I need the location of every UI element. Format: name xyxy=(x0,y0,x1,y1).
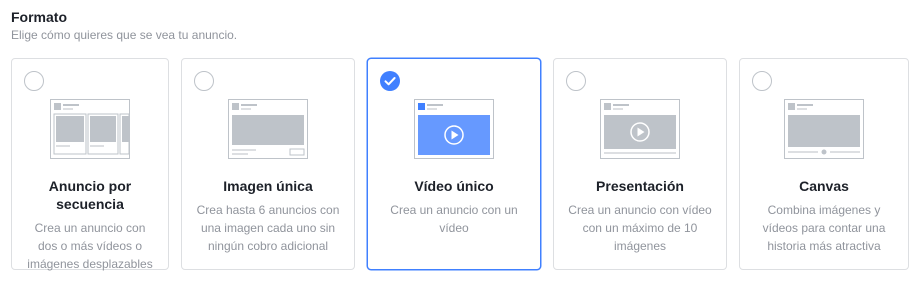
slideshow-ad-icon xyxy=(600,99,680,159)
format-label: Canvas xyxy=(799,178,849,194)
checkmark-icon xyxy=(384,77,396,86)
format-radio-carousel[interactable] xyxy=(24,71,44,91)
section-subtitle: Elige cómo quieres que se vea tu anuncio… xyxy=(11,28,238,42)
section-title: Formato xyxy=(11,9,67,25)
format-description: Crea un anuncio con dos o más vídeos o i… xyxy=(27,221,153,271)
format-description: Crea hasta 6 anuncios con una imagen cad… xyxy=(196,203,340,253)
format-card-single-video[interactable]: Vídeo único Crea un anuncio con un vídeo xyxy=(367,58,541,270)
format-card-carousel[interactable]: Anuncio por secuencia Crea un anuncio co… xyxy=(11,58,169,271)
format-radio-single-video[interactable] xyxy=(380,71,400,91)
format-section-header: Formato Elige cómo quieres que se vea tu… xyxy=(11,8,237,43)
format-radio-single-image[interactable] xyxy=(194,71,214,91)
carousel-ad-icon xyxy=(50,99,130,159)
format-label: Presentación xyxy=(596,178,684,194)
single-image-ad-icon xyxy=(228,99,308,159)
format-label: Imagen única xyxy=(223,178,313,194)
format-card-single-image[interactable]: Imagen única Crea hasta 6 anuncios con u… xyxy=(181,58,355,270)
format-options: Anuncio por secuencia Crea un anuncio co… xyxy=(11,58,909,271)
single-video-ad-icon xyxy=(414,99,494,159)
format-description: Crea un anuncio con un vídeo xyxy=(390,203,518,235)
format-label: Anuncio por secuencia xyxy=(48,178,132,212)
format-radio-slideshow[interactable] xyxy=(566,71,586,91)
canvas-ad-icon xyxy=(784,99,864,159)
format-label: Vídeo único xyxy=(414,178,494,194)
format-description: Crea un anuncio con vídeo con un máximo … xyxy=(568,203,712,253)
format-card-canvas[interactable]: Canvas Combina imágenes y vídeos para co… xyxy=(739,58,909,270)
format-radio-canvas[interactable] xyxy=(752,71,772,91)
format-description: Combina imágenes y vídeos para contar un… xyxy=(762,203,886,253)
format-card-slideshow[interactable]: Presentación Crea un anuncio con vídeo c… xyxy=(553,58,727,270)
